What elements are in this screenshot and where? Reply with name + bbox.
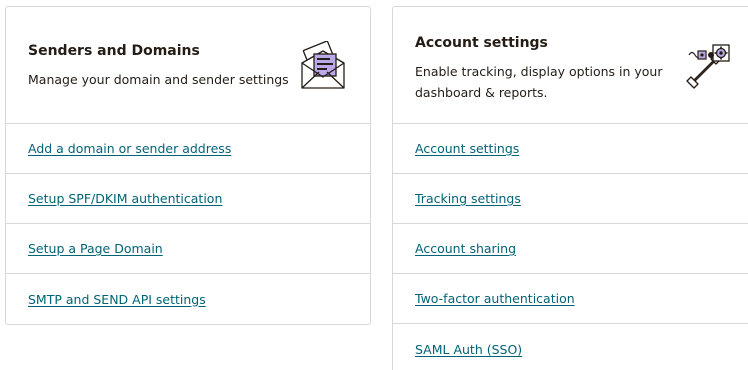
smtp-send-api-link[interactable]: SMTP and SEND API settings [28, 292, 206, 307]
saml-auth-link[interactable]: SAML Auth (SSO) [415, 342, 522, 357]
link-row-two-factor: Two-factor authentication [393, 274, 748, 324]
link-row-saml: SAML Auth (SSO) [393, 324, 748, 370]
tracking-settings-link[interactable]: Tracking settings [415, 191, 521, 206]
link-row-account-settings: Account settings [393, 124, 748, 174]
link-row-smtp: SMTP and SEND API settings [6, 274, 370, 324]
link-row-page-domain: Setup a Page Domain [6, 224, 370, 274]
account-settings-card: Account settings Enable tracking, displa… [392, 6, 748, 370]
account-settings-description: Enable tracking, display options in your… [415, 64, 663, 100]
account-settings-link[interactable]: Account settings [415, 141, 519, 156]
setup-spf-dkim-link[interactable]: Setup SPF/DKIM authentication [28, 191, 222, 206]
add-domain-link[interactable]: Add a domain or sender address [28, 141, 231, 156]
link-row-account-sharing: Account sharing [393, 224, 748, 274]
settings-page: Senders and Domains Manage your domain a… [0, 0, 748, 370]
setup-page-domain-link[interactable]: Setup a Page Domain [28, 241, 163, 256]
wrench-gear-icon [686, 44, 730, 89]
link-row-spf-dkim: Setup SPF/DKIM authentication [6, 174, 370, 224]
two-factor-auth-link[interactable]: Two-factor authentication [415, 291, 575, 306]
senders-domains-card: Senders and Domains Manage your domain a… [5, 6, 371, 325]
senders-domains-header: Senders and Domains Manage your domain a… [6, 7, 370, 124]
envelope-icon [301, 41, 345, 89]
link-row-add-domain: Add a domain or sender address [6, 124, 370, 174]
account-settings-header: Account settings Enable tracking, displa… [393, 7, 748, 124]
link-row-tracking: Tracking settings [393, 174, 748, 224]
account-sharing-link[interactable]: Account sharing [415, 241, 516, 256]
